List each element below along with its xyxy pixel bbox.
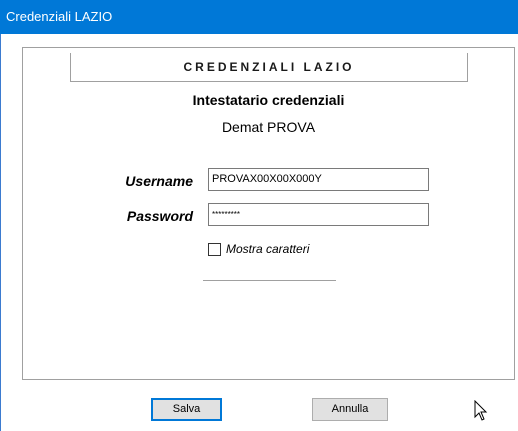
panel-header: CREDENZIALI LAZIO [70,53,468,82]
window-title: Credenziali LAZIO [6,9,113,24]
username-field[interactable]: PROVAX00X00X000Y [208,168,429,191]
save-button[interactable]: Salva [151,398,222,421]
owner-name: Demat PROVA [221,119,316,135]
credentials-panel: CREDENZIALI LAZIO Intestatario credenzia… [22,47,515,380]
password-label: Password [126,208,193,224]
show-chars-row[interactable]: Mostra caratteri [208,242,309,256]
dialog-window: CREDENZIALI LAZIO Intestatario credenzia… [0,34,518,431]
divider [203,280,336,281]
owner-subtitle: Intestatario credenziali [192,92,345,108]
password-field[interactable]: ********* [208,203,429,226]
show-chars-label[interactable]: Mostra caratteri [226,242,309,256]
window-titlebar[interactable]: Credenziali LAZIO [0,0,518,34]
cancel-button[interactable]: Annulla [312,398,388,421]
show-chars-checkbox[interactable] [208,242,221,256]
username-label: Username [125,173,193,189]
mouse-pointer-icon [474,400,488,421]
